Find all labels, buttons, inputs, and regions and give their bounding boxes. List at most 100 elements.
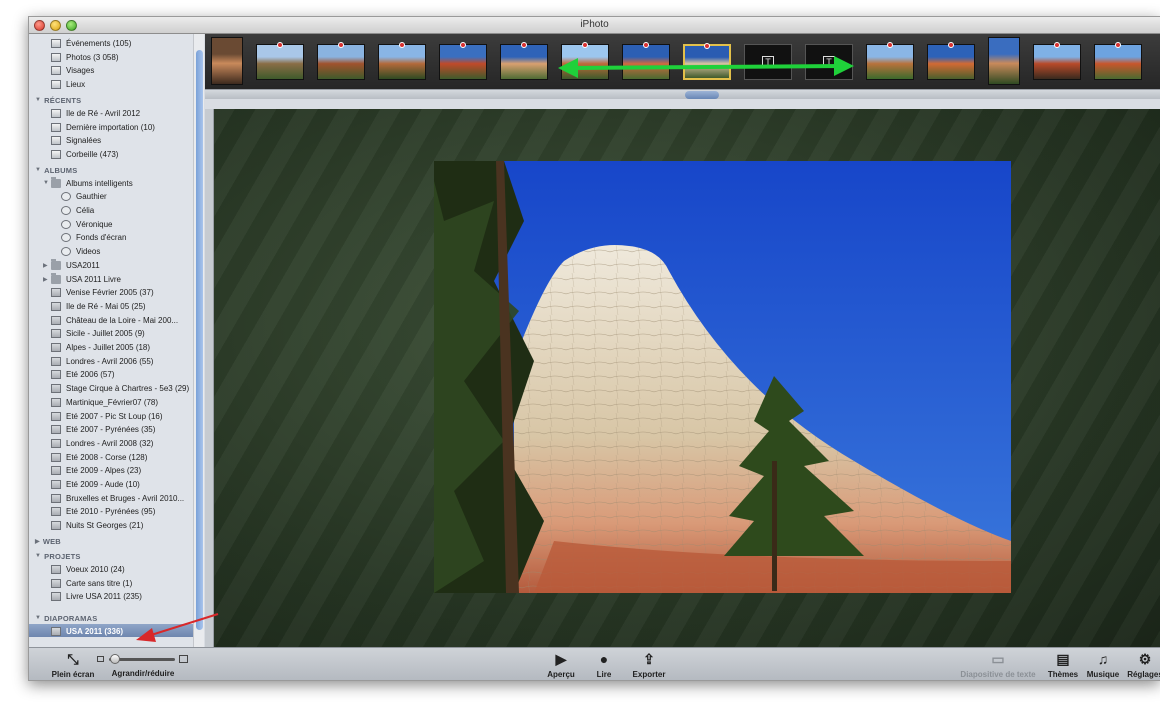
flag-marker-icon (582, 42, 588, 48)
sidebar-section-web[interactable]: ▶ WEB (35, 536, 61, 547)
sidebar-smart-album[interactable]: Célia (61, 204, 94, 217)
sidebar-project-item-label: Livre USA 2011 (235) (66, 592, 142, 602)
sidebar-album-item[interactable]: Venise Février 2005 (37) (51, 286, 154, 299)
filmstrip-thumbnail[interactable] (256, 42, 304, 80)
sidebar-section-recents-disclosure-icon[interactable]: ▼ (35, 97, 41, 103)
sidebar-project-item[interactable]: Livre USA 2011 (235) (51, 590, 142, 603)
sidebar-project-item[interactable]: Carte sans titre (1) (51, 577, 132, 590)
filmstrip-thumbnail[interactable] (561, 42, 609, 80)
zoom-out-icon[interactable] (97, 656, 104, 662)
filmstrip-thumbnail[interactable] (317, 42, 365, 80)
sidebar-recent-item[interactable]: Dernière importation (10) (51, 121, 155, 134)
sidebar-recent-item[interactable]: Ile de Ré - Avril 2012 (51, 107, 140, 120)
smart-folder-disclosure-icon[interactable]: ▼ (43, 180, 49, 186)
sidebar-slideshow-item[interactable]: USA 2011 (336) (51, 625, 123, 638)
sidebar-section-slideshows-disclosure-icon[interactable]: ▼ (35, 615, 41, 621)
sidebar-scroll-thumb[interactable] (196, 50, 203, 630)
sidebar-smart-album[interactable]: Gauthier (61, 190, 107, 203)
sidebar-scrollbar[interactable] (193, 34, 204, 647)
sidebar-album-item[interactable]: Ile de Ré - Mai 05 (25) (51, 300, 146, 313)
sidebar-recent-item[interactable]: Corbeille (473) (51, 148, 118, 161)
filmstrip-thumbnail[interactable] (211, 37, 243, 85)
filmstrip-scrollbar[interactable] (205, 89, 1160, 99)
play-button[interactable]: ● Lire (589, 651, 619, 679)
filmstrip-thumbnail[interactable] (439, 42, 487, 80)
text-slide-glyph: T (823, 56, 835, 68)
sidebar-album-item[interactable]: Eté 2006 (57) (51, 368, 114, 381)
sidebar-album-item[interactable]: Sicile - Juillet 2005 (9) (51, 327, 145, 340)
sidebar-section-projects-disclosure-icon[interactable]: ▼ (35, 553, 41, 559)
sidebar-album-item[interactable]: Londres - Avril 2006 (55) (51, 355, 153, 368)
sidebar-folder[interactable]: USA2011 (51, 258, 100, 272)
sidebar-section-slideshows[interactable]: ▼ DIAPORAMAS (35, 613, 97, 624)
export-button[interactable]: ⇪ Exporter (627, 651, 671, 679)
sidebar-album-item-label: Londres - Avril 2008 (32) (66, 438, 154, 448)
settings-button[interactable]: ⚙ Réglages (1125, 651, 1160, 679)
zoom-in-icon[interactable] (179, 655, 188, 663)
preview-button[interactable]: ▶ Aperçu (541, 651, 581, 679)
sidebar-album-item[interactable]: Eté 2010 - Pyrénées (95) (51, 505, 155, 518)
sidebar-smart-album-label: Gauthier (76, 192, 107, 202)
flag-marker-icon (460, 42, 466, 48)
event-icon (51, 108, 61, 118)
sidebar-album-item[interactable]: Eté 2007 - Pic St Loup (16) (51, 410, 163, 423)
filmstrip-scroll-knob[interactable] (685, 91, 719, 99)
sidebar-album-item[interactable]: Eté 2007 - Pyrénées (35) (51, 423, 155, 436)
zoom-slider-knob[interactable] (110, 654, 120, 664)
filmstrip-thumbnail[interactable] (1094, 42, 1142, 80)
sidebar-album-item[interactable]: Eté 2009 - Alpes (23) (51, 464, 141, 477)
sidebar-smart-folder[interactable]: Albums intelligents (51, 176, 133, 190)
sidebar-folder[interactable]: USA 2011 Livre (51, 272, 121, 286)
filmstrip-thumbnail[interactable] (927, 42, 975, 80)
sidebar-album-item[interactable]: Eté 2009 - Aude (10) (51, 478, 140, 491)
sidebar-album-item-label: Eté 2009 - Alpes (23) (66, 466, 142, 476)
sidebar-section-recents[interactable]: ▼ RÉCENTS (35, 95, 81, 106)
sidebar-library-item-label: Photos (3 058) (66, 52, 119, 62)
sidebar-album-item[interactable]: Stage Cirque à Chartres - 5e3 (29) (51, 382, 189, 395)
sidebar-library-item[interactable]: Événements (105) (51, 37, 131, 50)
sidebar-album-item[interactable]: Alpes - Juillet 2005 (18) (51, 341, 150, 354)
sidebar-album-item[interactable]: Martinique_Février07 (78) (51, 396, 158, 409)
themes-button[interactable]: ▤ Thèmes (1045, 651, 1081, 679)
filmstrip-thumbnail[interactable] (500, 42, 548, 80)
folder-icon (51, 272, 61, 284)
sidebar-section-albums[interactable]: ▼ ALBUMS (35, 165, 77, 176)
filmstrip-thumbnail[interactable] (1033, 42, 1081, 80)
filmstrip-thumbnail[interactable] (683, 43, 731, 80)
filmstrip-thumbnail[interactable] (378, 42, 426, 80)
folder-disclosure-icon[interactable]: ▶ (43, 262, 48, 269)
sidebar-smart-album[interactable]: Videos (61, 245, 100, 258)
sidebar-library-item[interactable]: Lieux (51, 78, 85, 91)
sidebar-album-item[interactable]: Nuits St Georges (21) (51, 519, 143, 532)
sidebar-smart-album[interactable]: Véronique (61, 218, 112, 231)
text-slide-button[interactable]: ▭ Diapositive de texte (957, 651, 1039, 679)
filmstrip-text-slide[interactable]: T (805, 44, 853, 80)
filmstrip-thumbnail[interactable] (866, 42, 914, 80)
photos-icon (51, 52, 61, 62)
folder-disclosure-icon[interactable]: ▶ (43, 276, 48, 283)
sidebar-album-item[interactable]: Londres - Avril 2008 (32) (51, 437, 153, 450)
sidebar-album-item[interactable]: Château de la Loire - Mai 200... (51, 314, 178, 327)
sidebar-section-projects[interactable]: ▼ PROJETS (35, 551, 81, 562)
slide-preview-area[interactable] (214, 109, 1160, 647)
sidebar-smart-album[interactable]: Fonds d'écran (61, 231, 126, 244)
filmstrip-thumbnail[interactable] (988, 37, 1020, 85)
smart-album-icon (61, 219, 71, 229)
sidebar-album-item[interactable]: Eté 2008 - Corse (128) (51, 451, 147, 464)
slideshow-filmstrip[interactable]: TT (205, 34, 1160, 89)
sidebar-section-albums-disclosure-icon[interactable]: ▼ (35, 167, 41, 173)
album-icon (51, 370, 61, 380)
sidebar-library-item[interactable]: Photos (3 058) (51, 51, 118, 64)
sidebar-library-item[interactable]: Visages (51, 64, 94, 77)
sidebar-recent-item[interactable]: Signalées (51, 134, 101, 147)
filmstrip-text-slide[interactable]: T (744, 44, 792, 80)
sidebar-project-item[interactable]: Voeux 2010 (24) (51, 563, 125, 576)
sidebar-album-item-label: Alpes - Juillet 2005 (18) (66, 343, 151, 352)
album-icon (51, 329, 61, 339)
sidebar-album-item-label: Château de la Loire - Mai 200... (66, 315, 179, 325)
sidebar-album-item[interactable]: Bruxelles et Bruges - Avril 2010... (51, 492, 184, 505)
music-button[interactable]: ♫ Musique (1085, 651, 1121, 679)
sidebar-section-web-disclosure-icon[interactable]: ▶ (35, 538, 40, 545)
filmstrip-thumbnail[interactable] (622, 42, 670, 80)
flag-marker-icon (521, 42, 527, 48)
